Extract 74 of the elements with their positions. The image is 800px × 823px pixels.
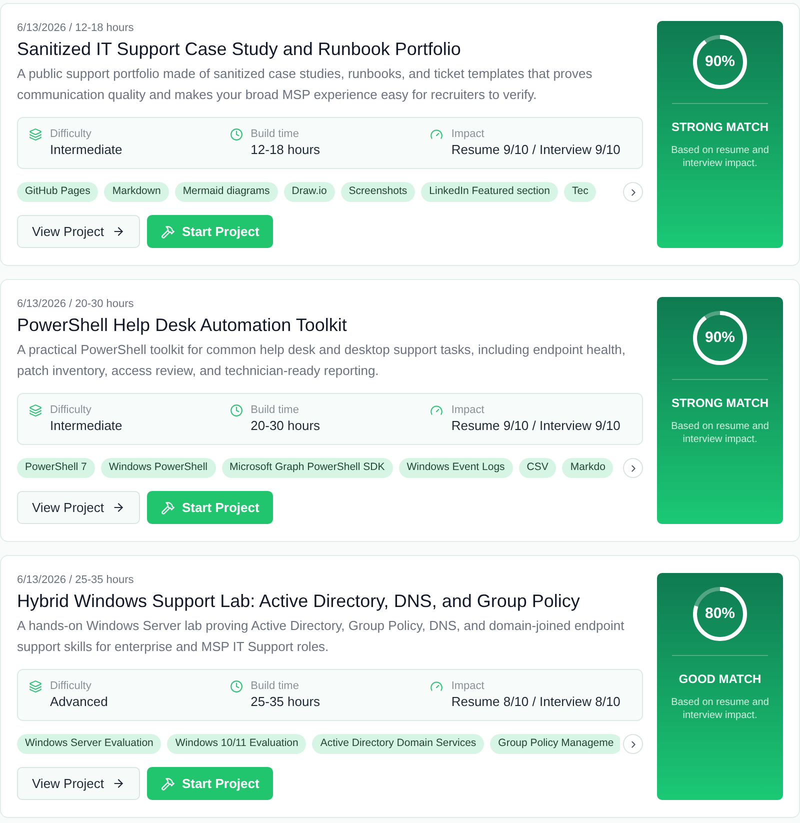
stat-label: Difficulty (50, 679, 92, 693)
layers-icon (29, 404, 42, 417)
view-project-button[interactable]: View Project (17, 491, 140, 524)
scroll-right-button[interactable] (623, 182, 643, 202)
match-note: Based on resume and interview impact. (670, 420, 770, 446)
tag-chip: Active Directory Domain Services (312, 734, 484, 754)
project-title: Hybrid Windows Support Lab: Active Directory, DNS, and Group Policy (17, 590, 581, 612)
clock-icon (230, 404, 243, 417)
gauge-icon (430, 128, 444, 141)
hammer-icon (161, 776, 176, 790)
match-label: STRONG MATCH (671, 395, 769, 411)
tag-chip: Group Policy Manageme (490, 734, 620, 754)
project-description: A practical PowerShell toolkit for common help desk and desktop support tasks, including endpoint health, patch inventory, access review, and technician-ready reporting. (17, 341, 626, 380)
hammer-icon (161, 500, 176, 514)
scroll-right-button[interactable] (623, 458, 643, 478)
view-project-button[interactable]: View Project (17, 767, 140, 800)
project-meta: 6/13/2026 / 25-35 hours (17, 573, 135, 587)
stat-value: 20-30 hours (250, 417, 320, 435)
tag-chip: Windows Server Evaluation (17, 734, 162, 754)
clock-icon (230, 128, 243, 141)
project-title: Sanitized IT Support Case Study and Runbook Portfolio (17, 38, 462, 60)
tag-chip: LinkedIn Featured section (421, 182, 558, 202)
tag-chip: Windows 10/11 Evaluation (167, 734, 306, 754)
tag-chip: Microsoft Graph PowerShell SDK (222, 458, 393, 478)
arrow-right-icon (112, 501, 126, 514)
stat-value: Advanced (50, 693, 108, 711)
stat-label: Difficulty (50, 403, 92, 417)
arrow-right-icon (112, 777, 126, 790)
tag-chip: Screenshots (340, 182, 416, 202)
clock-icon (230, 680, 243, 693)
tag-chip: Tec (564, 182, 596, 202)
stat-value: Intermediate (50, 417, 122, 435)
scroll-right-button[interactable] (623, 734, 643, 754)
stat-label: Difficulty (50, 127, 92, 141)
tag-chip: Windows PowerShell (100, 458, 216, 478)
stat-label: Build time (250, 127, 300, 141)
stat-value: Intermediate (50, 141, 122, 159)
tag-chip: GitHub Pages (17, 182, 98, 202)
match-score: 80% (704, 605, 736, 623)
arrow-right-icon (112, 225, 126, 238)
match-label: GOOD MATCH (678, 671, 762, 687)
project-title: PowerShell Help Desk Automation Toolkit (17, 314, 348, 336)
project-meta: 6/13/2026 / 20-30 hours (17, 297, 135, 311)
tag-chip: Draw.io (284, 182, 335, 202)
match-label: STRONG MATCH (671, 119, 769, 135)
tag-chip: CSV (518, 458, 556, 478)
gauge-icon (430, 404, 444, 417)
match-score: 90% (704, 329, 736, 347)
hammer-icon (161, 224, 176, 238)
match-note: Based on resume and interview impact. (670, 144, 770, 170)
stat-value: 25-35 hours (250, 693, 320, 711)
stat-label: Build time (250, 403, 300, 417)
stat-label: Impact (451, 127, 486, 141)
gauge-icon (430, 680, 444, 693)
tag-chip: Markdo (562, 458, 614, 478)
stat-label: Build time (250, 679, 300, 693)
tag-chip: PowerShell 7 (17, 458, 95, 478)
stat-value: Resume 9/10 / Interview 9/10 (451, 417, 620, 435)
tag-chip: Windows Event Logs (398, 458, 513, 478)
project-description: A hands-on Windows Server lab proving Active Directory, Group Policy, DNS, and domain-joined endpoint support skills for enterprise and MSP IT Support roles. (17, 617, 626, 656)
tag-chip: Markdown (104, 182, 169, 202)
stat-value: Resume 8/10 / Interview 8/10 (451, 693, 620, 711)
layers-icon (29, 128, 42, 141)
match-note: Based on resume and interview impact. (670, 696, 770, 722)
project-description: A public support portfolio made of sanitized case studies, runbooks, and ticket templates that proves communication quality and makes your broad MSP experience easy for recruiters to verify. (17, 65, 594, 104)
view-project-button[interactable]: View Project (17, 215, 140, 248)
stat-value: Resume 9/10 / Interview 9/10 (451, 141, 620, 159)
stat-label: Impact (451, 403, 486, 417)
stat-label: Impact (451, 679, 486, 693)
project-meta: 6/13/2026 / 12-18 hours (17, 21, 135, 35)
layers-icon (29, 680, 42, 693)
match-score: 90% (704, 53, 736, 71)
stat-value: 12-18 hours (250, 141, 320, 159)
tag-chip: Mermaid diagrams (174, 182, 278, 202)
